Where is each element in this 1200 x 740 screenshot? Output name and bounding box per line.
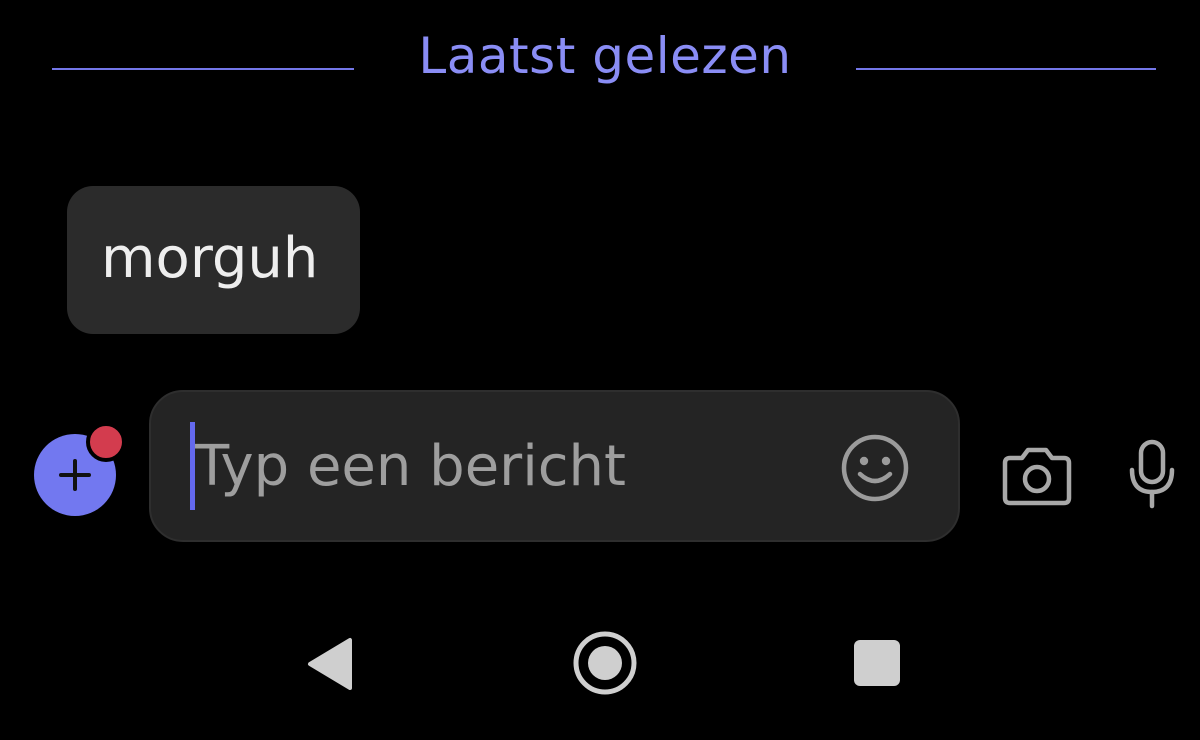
back-triangle-icon <box>308 638 352 690</box>
camera-button[interactable] <box>1000 440 1074 508</box>
microphone-icon <box>1129 439 1175 509</box>
emoji-button[interactable] <box>839 432 911 504</box>
divider-label: Laatst gelezen <box>418 27 792 85</box>
back-button[interactable] <box>302 636 356 692</box>
message-text: morguh <box>101 226 319 291</box>
recents-button[interactable] <box>852 638 902 688</box>
message-bubble[interactable]: morguh <box>67 186 360 334</box>
camera-icon <box>1002 447 1072 506</box>
message-composer[interactable] <box>149 390 960 542</box>
notification-badge <box>86 422 126 462</box>
microphone-button[interactable] <box>1124 438 1180 512</box>
divider-line-left <box>52 68 354 70</box>
home-button[interactable] <box>570 628 640 698</box>
last-read-divider: Laatst gelezen <box>0 20 1200 92</box>
recents-square-icon <box>854 640 900 686</box>
smiley-icon <box>841 434 909 502</box>
divider-line-right <box>856 68 1156 70</box>
message-input[interactable] <box>195 426 815 506</box>
system-navigation-bar <box>0 600 1200 740</box>
home-circle-icon <box>573 631 637 695</box>
